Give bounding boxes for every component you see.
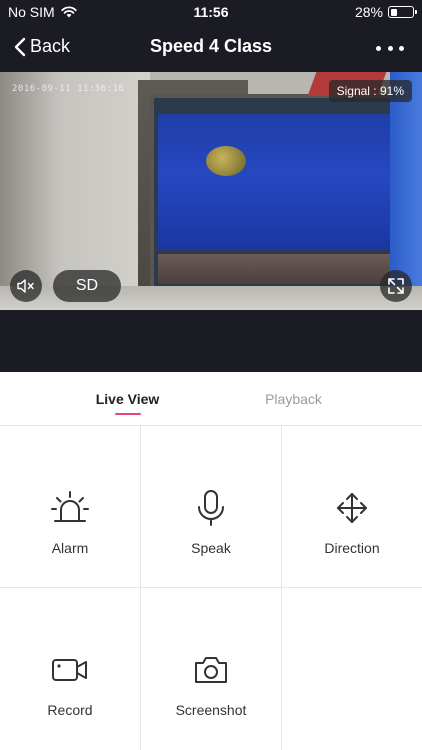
battery-percent: 28% [354, 4, 383, 20]
record-label: Record [47, 702, 93, 718]
signal-badge: Signal : 91% [328, 80, 412, 102]
more-dot-icon [399, 45, 404, 51]
fullscreen-button[interactable] [380, 270, 412, 302]
speaker-muted-icon [17, 279, 34, 293]
active-tab-indicator [114, 413, 141, 415]
alarm-siren-icon [50, 488, 90, 528]
status-bar: No SIM 11:56 28% [0, 0, 422, 24]
video-scene-water [158, 114, 390, 250]
tab-playback-label: Playback [265, 391, 322, 407]
direction-label: Direction [324, 540, 380, 556]
quality-toggle-button[interactable]: SD [53, 270, 121, 302]
more-dot-icon [387, 45, 393, 51]
wifi-icon [60, 6, 77, 18]
back-label: Back [30, 36, 71, 56]
battery-group: 28% [354, 4, 417, 20]
speak-label: Speak [191, 540, 231, 556]
screenshot-button[interactable]: Screenshot [141, 588, 282, 750]
move-arrows-icon [332, 488, 372, 528]
more-options-button[interactable] [376, 38, 404, 58]
carrier-group: No SIM [8, 4, 77, 20]
video-scene-fish [206, 146, 246, 176]
battery-icon [388, 6, 417, 18]
back-button[interactable]: Back [14, 36, 70, 57]
more-dot-icon [376, 45, 381, 51]
tab-playback[interactable]: Playback [188, 372, 399, 426]
screenshot-label: Screenshot [175, 702, 247, 718]
mute-button[interactable] [10, 270, 42, 302]
view-tabs: Live View Playback [0, 372, 422, 426]
alarm-label: Alarm [51, 540, 89, 556]
speak-button[interactable]: Speak [141, 426, 282, 588]
fullscreen-icon [388, 278, 404, 294]
record-button[interactable]: Record [0, 588, 141, 750]
video-timestamp: 2016-09-11 11:56:16 [12, 84, 125, 94]
action-grid: Alarm Speak Direction Record Screenshot [0, 426, 422, 750]
camera-icon [191, 650, 231, 690]
direction-button[interactable]: Direction [282, 426, 422, 588]
alarm-button[interactable]: Alarm [0, 426, 141, 588]
live-video[interactable]: 2016-09-11 11:56:16 Signal : 91% SD [0, 72, 422, 310]
video-scene-base [158, 254, 390, 284]
microphone-icon [191, 488, 231, 528]
empty-grid-cell [282, 588, 422, 750]
carrier-label: No SIM [8, 4, 55, 20]
nav-bar: Back Speed 4 Class [0, 24, 422, 72]
video-scene-tank [150, 94, 398, 292]
chevron-left-icon [14, 37, 26, 56]
tab-live-view-label: Live View [95, 391, 160, 407]
video-bottom-band [0, 310, 422, 372]
video-camera-icon [50, 650, 90, 690]
